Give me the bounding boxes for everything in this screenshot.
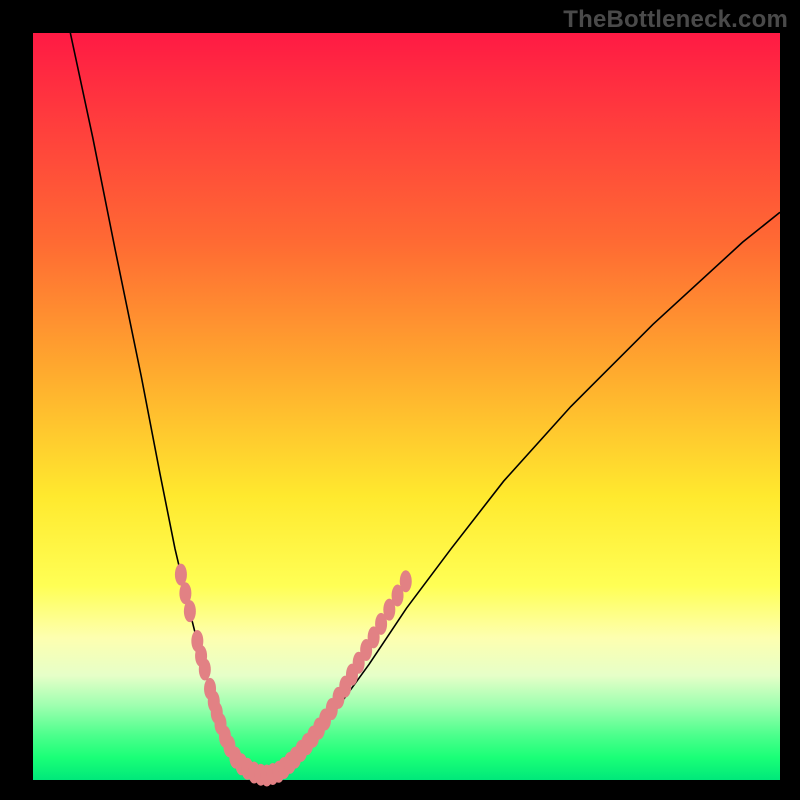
marker-group [175,564,412,787]
chart-frame: TheBottleneck.com [0,0,800,800]
watermark-text: TheBottleneck.com [563,6,788,34]
highlight-marker [400,570,412,592]
highlight-marker [184,600,196,622]
highlight-marker [199,658,211,680]
chart-svg [33,33,780,780]
curve-left-branch [70,33,264,780]
